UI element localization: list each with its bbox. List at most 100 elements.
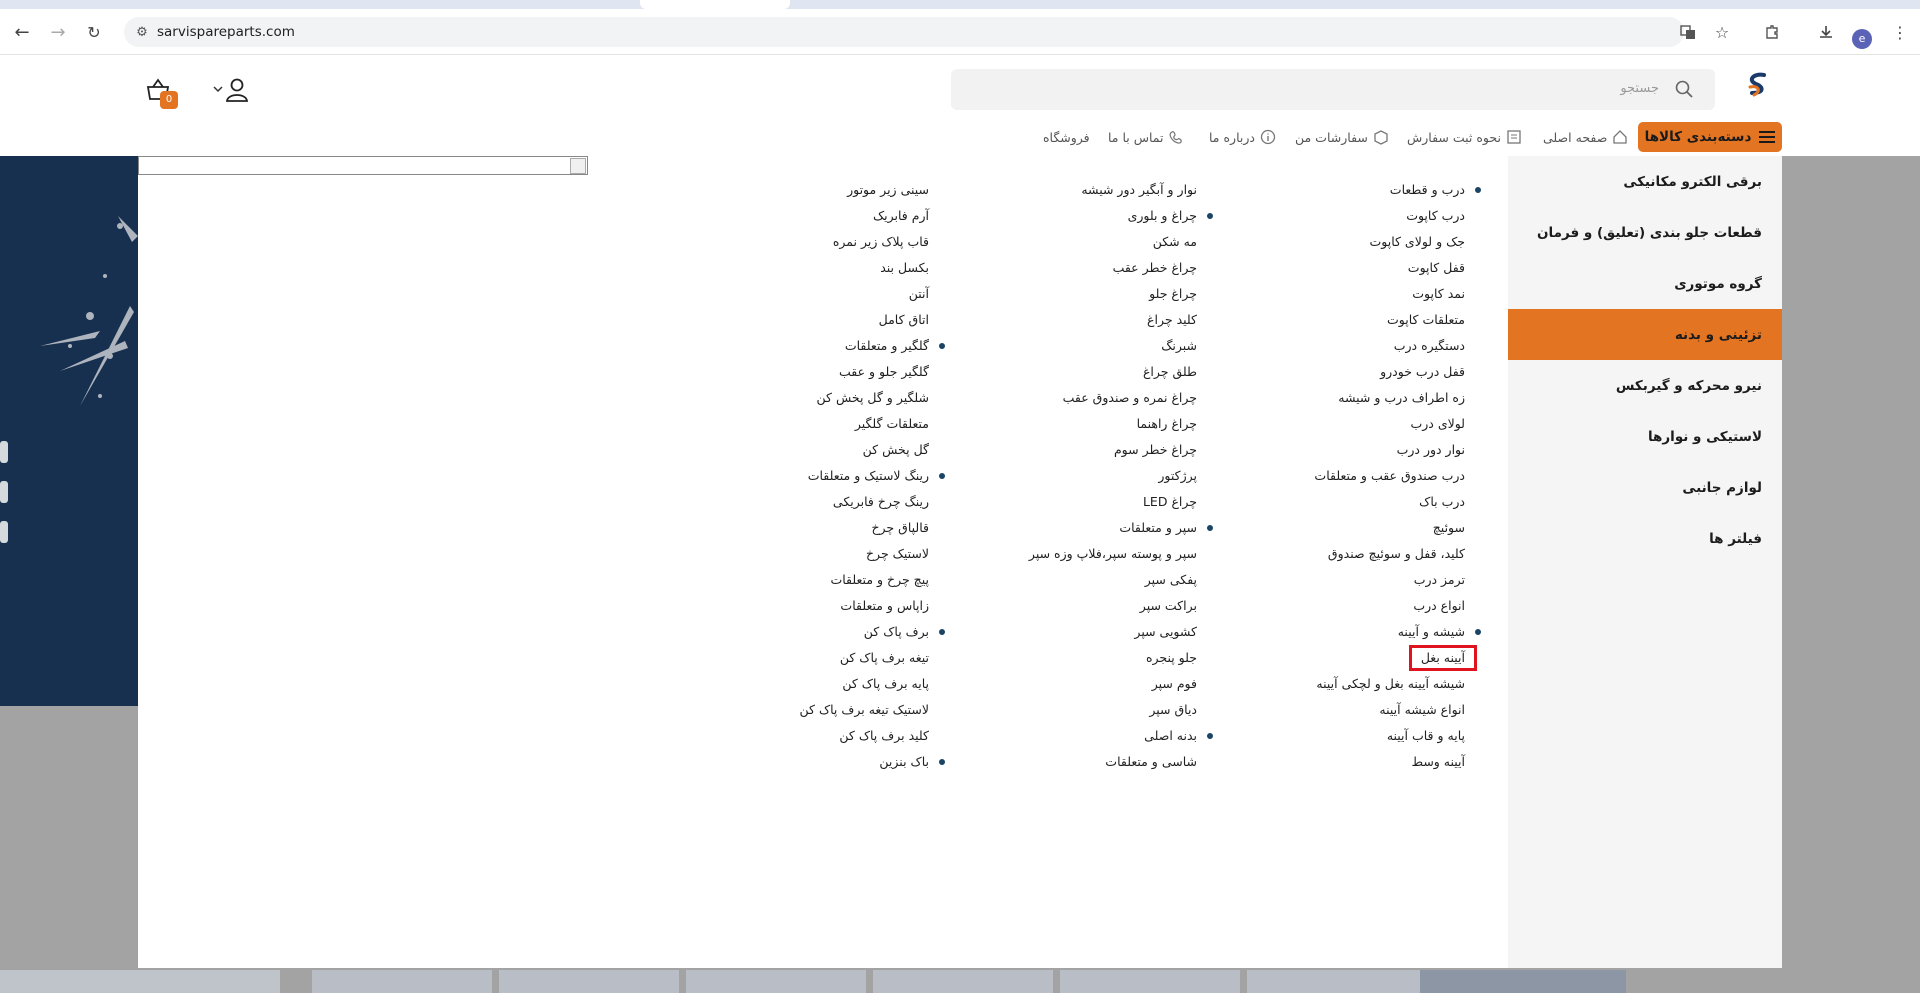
menu-link[interactable]: متعلقات کاپوت	[1314, 307, 1465, 333]
nav-link-about[interactable]: درباره ما	[1209, 122, 1276, 152]
menu-link[interactable]: پرژکتور	[1029, 463, 1197, 489]
address-bar[interactable]: ⚙ sarvispareparts.com	[124, 17, 1684, 47]
sidebar-item-drivetrain[interactable]: نیرو محرکه و گیربکس	[1508, 360, 1782, 411]
sidebar-item-engine[interactable]: گروه موتوری	[1508, 258, 1782, 309]
menu-link[interactable]: فوم سپر	[1029, 671, 1197, 697]
menu-group-heading[interactable]: بدنه اصلی	[1029, 723, 1214, 749]
bookmark-star-icon[interactable]: ☆	[1708, 18, 1736, 46]
profile-avatar[interactable]: e	[1852, 29, 1872, 49]
menu-link[interactable]: درب باک	[1314, 489, 1465, 515]
menu-link[interactable]: نوار و آبگیر دور شیشه	[1029, 177, 1197, 203]
menu-link[interactable]: پایه و قاب آیینه	[1314, 723, 1465, 749]
menu-link[interactable]: دیاق سپر	[1029, 697, 1197, 723]
forward-arrow-icon[interactable]: →	[44, 18, 72, 46]
nav-link-shop[interactable]: فروشگاه	[1043, 122, 1090, 152]
back-arrow-icon[interactable]: ←	[8, 18, 36, 46]
menu-link[interactable]: لاستیک چرخ	[800, 541, 929, 567]
menu-link[interactable]: طلق چراغ	[1029, 359, 1197, 385]
sidebar-item-rubber[interactable]: لاستیکی و نوارها	[1508, 411, 1782, 462]
menu-link[interactable]: چراغ جلو	[1029, 281, 1197, 307]
menu-link[interactable]: کلید، قفل و سوئیچ صندوق	[1314, 541, 1465, 567]
sidebar-item-filters[interactable]: فیلتر ها	[1508, 513, 1782, 564]
menu-link[interactable]: لولای درب	[1314, 411, 1465, 437]
translate-icon[interactable]	[1674, 18, 1702, 46]
menu-link[interactable]: قفل کاپوت	[1314, 255, 1465, 281]
sidebar-item-body[interactable]: تزئینی و بدنه	[1508, 309, 1782, 360]
menu-group-heading[interactable]: برف پاک کن	[800, 619, 945, 645]
download-icon[interactable]	[1812, 18, 1840, 46]
menu-link[interactable]: گلگیر جلو و عقب	[800, 359, 929, 385]
menu-link[interactable]: چراغ نمره و صندوق عقب	[1029, 385, 1197, 411]
menu-link[interactable]: آیینه وسط	[1314, 749, 1465, 775]
menu-link[interactable]: کشویی سپر	[1029, 619, 1197, 645]
extensions-icon[interactable]	[1758, 18, 1786, 46]
menu-link[interactable]: شاسی و متعلقات	[1029, 749, 1197, 775]
menu-link[interactable]: کلید برف پاک کن	[800, 723, 929, 749]
menu-link[interactable]: پیچ چرخ و متعلقات	[800, 567, 929, 593]
reload-icon[interactable]: ↻	[80, 18, 108, 46]
menu-link[interactable]: چراغ خطر عقب	[1029, 255, 1197, 281]
sidebar-item-suspension[interactable]: قطعات جلو بندی (تعلیق) و فرمان	[1508, 207, 1782, 258]
menu-link[interactable]: انواع شیشه آیینه	[1314, 697, 1465, 723]
menu-link[interactable]: قالپاق چرخ	[800, 515, 929, 541]
menu-link[interactable]: براکت سپر	[1029, 593, 1197, 619]
menu-link[interactable]: زه اطراف درب و شیشه	[1314, 385, 1465, 411]
menu-link[interactable]: شبرنگ	[1029, 333, 1197, 359]
menu-link[interactable]: سینی زیر موتور	[800, 177, 929, 203]
menu-link[interactable]: زاپاس و متعلقات	[800, 593, 929, 619]
menu-kebab-icon[interactable]: ⋮	[1886, 18, 1914, 46]
menu-link[interactable]: آیینه بغل	[1314, 645, 1477, 671]
chevron-down-icon[interactable]	[213, 84, 223, 94]
menu-link[interactable]: چراغ راهنما	[1029, 411, 1197, 437]
menu-group-heading[interactable]: سپر و متعلقات	[1029, 515, 1214, 541]
menu-link[interactable]: متعلقات گلگیر	[800, 411, 929, 437]
nav-link-order-guide[interactable]: نحوه ثبت سفارش	[1407, 122, 1522, 152]
overlay-backdrop-right[interactable]	[1782, 156, 1920, 993]
menu-group-heading[interactable]: درب و قطعات	[1314, 177, 1481, 203]
menu-link[interactable]: لاستیک تیغه برف پاک کن	[800, 697, 930, 723]
menu-link[interactable]: چراغ LED	[1029, 489, 1197, 515]
site-logo[interactable]	[1742, 71, 1772, 105]
active-tab[interactable]	[640, 0, 790, 9]
sidebar-item-electro[interactable]: برقی الکترو مکانیکی	[1508, 156, 1782, 207]
menu-link[interactable]: قاب پلاک زیر نمره	[800, 229, 929, 255]
menu-link[interactable]: قفل درب خودرو	[1314, 359, 1465, 385]
menu-link[interactable]: مه شکن	[1029, 229, 1197, 255]
menu-link[interactable]: سوئیچ	[1314, 515, 1465, 541]
menu-link[interactable]: دستگیره درب	[1314, 333, 1465, 359]
nav-link-my-orders[interactable]: سفارشات من	[1295, 122, 1389, 152]
menu-link[interactable]: شلگیر و گل پخش کن	[800, 385, 929, 411]
categories-button[interactable]: دسته‌بندی کالاها	[1638, 122, 1782, 152]
menu-link[interactable]: پفکی سپر	[1029, 567, 1197, 593]
menu-link[interactable]: جک و لولای کاپوت	[1314, 229, 1465, 255]
sidebar-item-accessories[interactable]: لوازم جانبی	[1508, 462, 1782, 513]
url-text[interactable]: sarvispareparts.com	[157, 24, 295, 40]
menu-group-heading[interactable]: گلگیر و متعلقات	[800, 333, 945, 359]
menu-link[interactable]: درب صندوق عقب و متعلقات	[1314, 463, 1465, 489]
menu-link[interactable]: رینگ چرخ فابریکی	[800, 489, 929, 515]
nav-link-contact[interactable]: تماس با ما	[1108, 122, 1185, 152]
menu-link[interactable]: جلو پنجره	[1029, 645, 1197, 671]
menu-link[interactable]: شیشه آیینه بغل و لچکی آیینه	[1314, 671, 1465, 697]
site-info-icon[interactable]: ⚙	[132, 22, 152, 42]
menu-link[interactable]: نوار دور درب	[1314, 437, 1465, 463]
menu-link[interactable]: بکسل بند	[800, 255, 929, 281]
search-icon[interactable]	[1675, 80, 1693, 98]
search-input[interactable]: جستجو	[951, 69, 1715, 110]
menu-group-heading[interactable]: چراغ و بلوری	[1029, 203, 1214, 229]
menu-link[interactable]: آنتن	[800, 281, 929, 307]
menu-link[interactable]: گل پخش کن	[800, 437, 929, 463]
menu-group-heading[interactable]: شیشه و آیینه	[1314, 619, 1481, 645]
menu-link[interactable]: نمد کاپوت	[1314, 281, 1465, 307]
menu-link[interactable]: سپر و پوسته سپر،فلاپ وزه سپر	[1029, 541, 1197, 567]
menu-link[interactable]: آرم فابریک	[800, 203, 929, 229]
menu-link[interactable]: تیغه برف پاک کن	[800, 645, 929, 671]
menu-link[interactable]: کلید چراغ	[1029, 307, 1197, 333]
menu-link[interactable]: پایه برف پاک کن	[800, 671, 929, 697]
menu-link[interactable]: درب کاپوت	[1314, 203, 1465, 229]
menu-link[interactable]: چراغ خطر سوم	[1029, 437, 1197, 463]
nav-link-home[interactable]: صفحه اصلی	[1543, 122, 1628, 152]
menu-group-heading[interactable]: رینگ لاستیک و متعلقات	[800, 463, 945, 489]
user-icon[interactable]	[224, 77, 250, 103]
menu-link[interactable]: انواع درب	[1314, 593, 1465, 619]
